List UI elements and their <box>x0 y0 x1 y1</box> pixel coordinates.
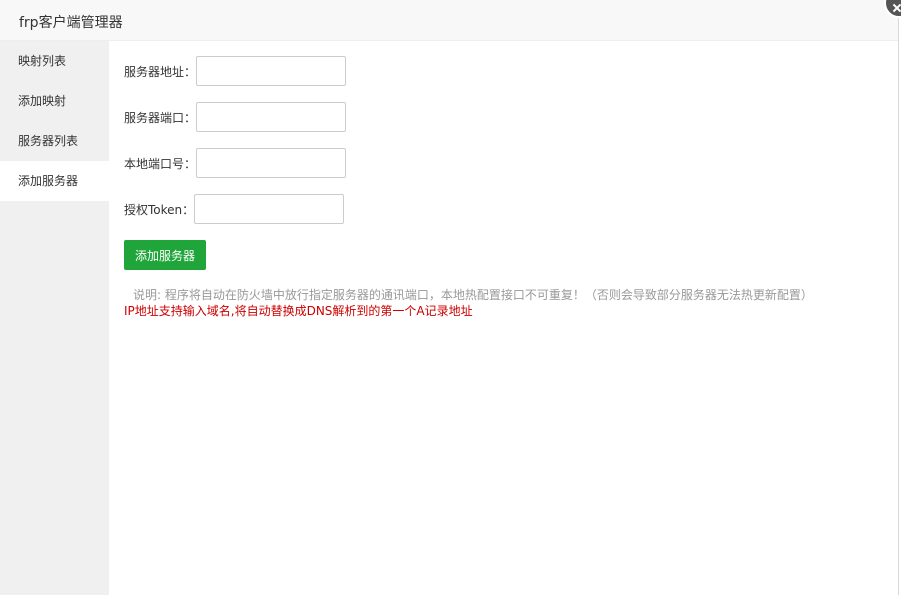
sidebar-item-add-server[interactable]: 添加服务器 <box>0 161 109 201</box>
add-server-form: 服务器地址： 服务器端口： 本地端口号： 授权Token： 添加服务器 说明: … <box>109 41 898 595</box>
sidebar-item-server-list[interactable]: 服务器列表 <box>0 121 109 161</box>
add-server-button[interactable]: 添加服务器 <box>124 240 206 270</box>
token-row: 授权Token： <box>124 194 345 224</box>
sidebar-item-mapping-list[interactable]: 映射列表 <box>0 41 109 81</box>
server-address-row: 服务器地址： <box>124 56 347 86</box>
warning-note: IP地址支持输入域名,将自动替换成DNS解析到的第一个A记录地址 <box>124 304 473 318</box>
server-port-input[interactable] <box>196 102 347 132</box>
frp-client-manager-window: frp客户端管理器 映射列表 添加映射 服务器列表 添加服务器 服务器地址： 服… <box>0 0 899 595</box>
server-port-label: 服务器端口： <box>124 110 197 125</box>
local-port-row: 本地端口号： <box>124 148 347 178</box>
server-address-label: 服务器地址： <box>124 64 197 79</box>
title-bar: frp客户端管理器 <box>0 0 898 41</box>
token-input[interactable] <box>194 194 345 224</box>
sidebar-item-add-mapping[interactable]: 添加映射 <box>0 81 109 121</box>
local-port-input[interactable] <box>196 148 347 178</box>
sidebar: 映射列表 添加映射 服务器列表 添加服务器 <box>0 41 109 595</box>
server-address-input[interactable] <box>196 56 347 86</box>
local-port-label: 本地端口号： <box>124 156 197 171</box>
token-label: 授权Token： <box>124 202 195 217</box>
window-title: frp客户端管理器 <box>19 15 123 31</box>
description-note: 说明: 程序将自动在防火墙中放行指定服务器的通讯端口，本地热配置接口不可重复！（… <box>133 288 813 302</box>
server-port-row: 服务器端口： <box>124 102 347 132</box>
